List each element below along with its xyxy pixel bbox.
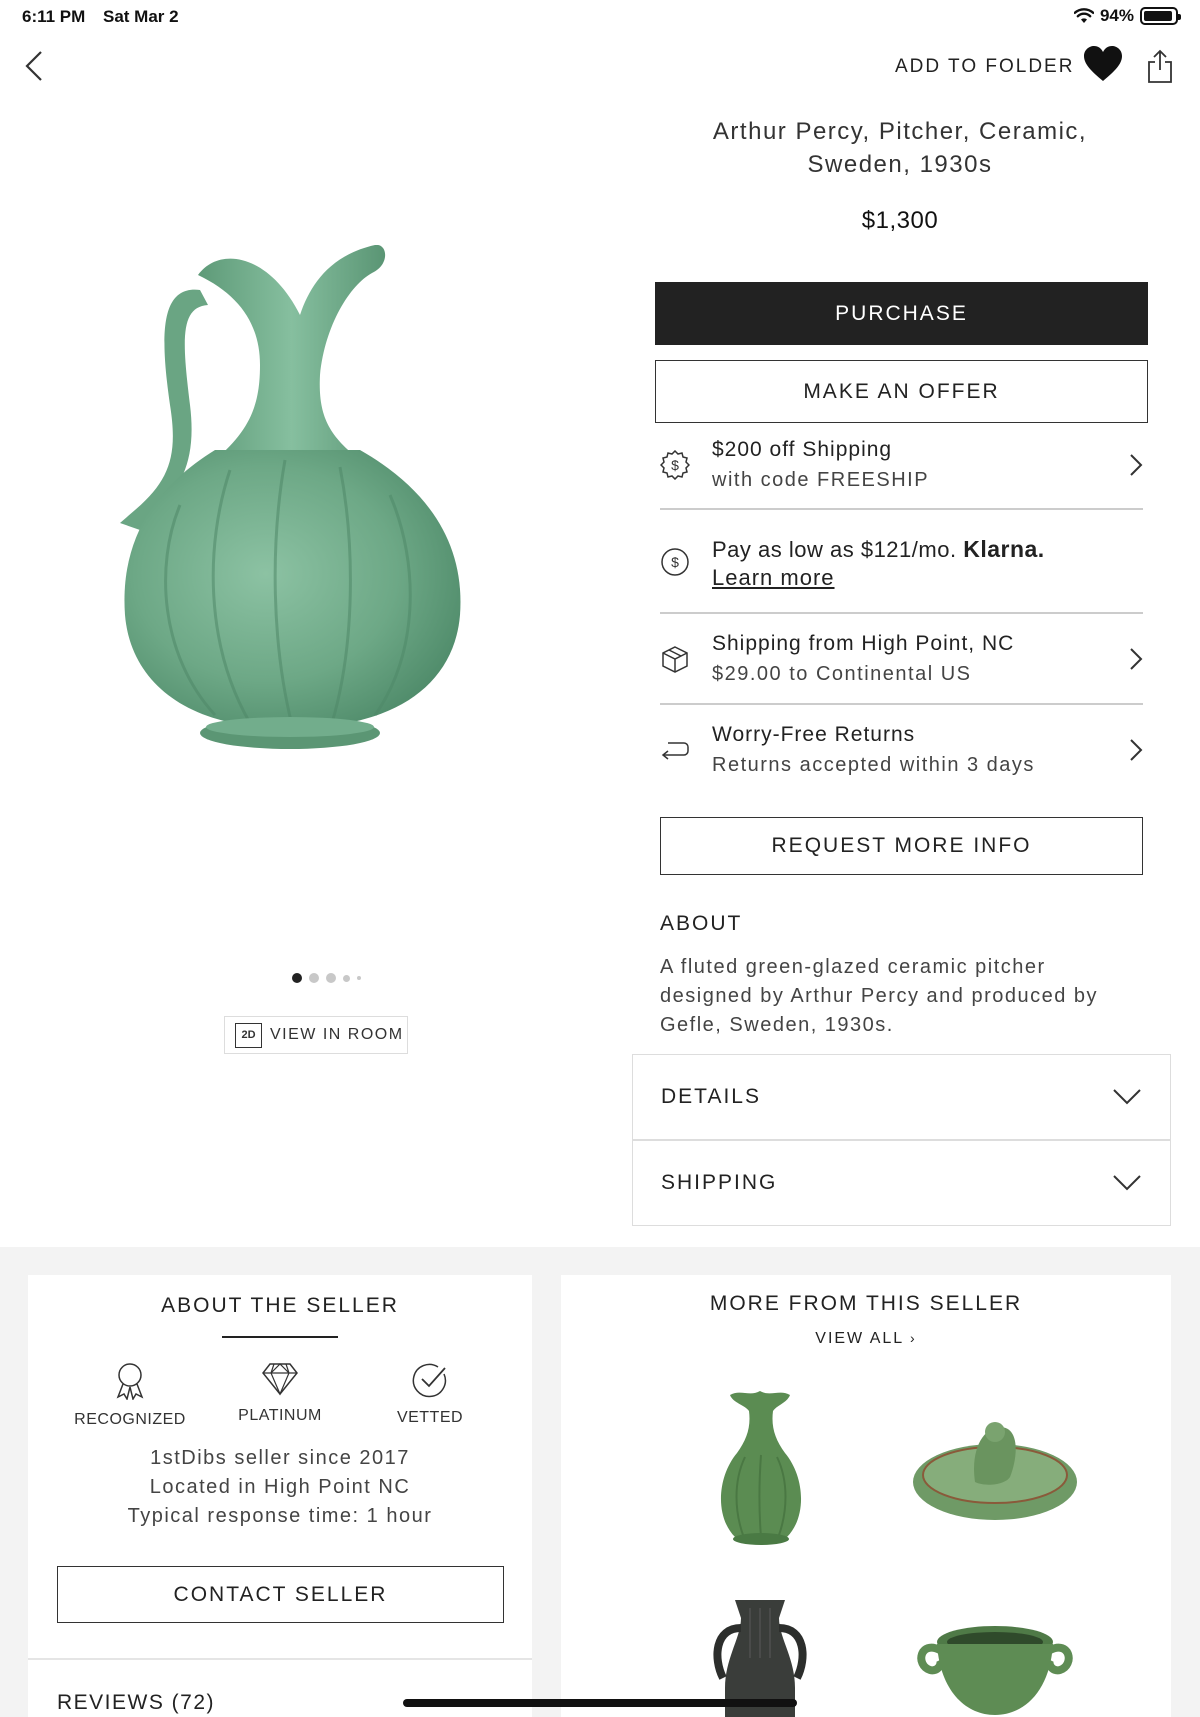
seller-location: Located in High Point NC bbox=[149, 1476, 411, 1498]
promo-code: with code FREESHIP bbox=[712, 469, 930, 491]
product-title: Arthur Percy, Pitcher, Ceramic, Sweden, … bbox=[640, 115, 1160, 181]
about-heading: ABOUT bbox=[660, 912, 743, 935]
package-box-icon bbox=[662, 646, 688, 673]
battery-fill bbox=[1144, 11, 1173, 21]
more-from-seller-heading: MORE FROM THIS SELLER bbox=[709, 1292, 1023, 1315]
learn-more-link[interactable]: Learn more bbox=[712, 565, 835, 591]
chevron-right-icon: › bbox=[910, 1330, 917, 1346]
request-more-info-button[interactable]: REQUEST MORE INFO bbox=[660, 817, 1143, 875]
view-in-room-label: VIEW IN ROOM bbox=[270, 1026, 404, 1043]
chevron-right-icon bbox=[1130, 454, 1143, 476]
carousel-dot[interactable] bbox=[357, 976, 361, 980]
klarna-row: $ Pay as low as $121/mo. Klarna. Learn m… bbox=[660, 530, 1143, 594]
product-thumbnail[interactable] bbox=[675, 1387, 845, 1557]
badge-label: VETTED bbox=[396, 1409, 464, 1426]
battery-icon bbox=[1140, 7, 1181, 25]
product-thumbnail[interactable] bbox=[910, 1387, 1080, 1557]
carousel-dot[interactable] bbox=[309, 973, 319, 983]
returns-title: Worry-Free Returns bbox=[712, 723, 916, 746]
home-indicator[interactable] bbox=[403, 1699, 797, 1707]
status-time: 6:11 PM bbox=[22, 7, 86, 26]
shipping-cost: $29.00 to Continental US bbox=[712, 663, 972, 685]
divider bbox=[660, 508, 1143, 510]
purchase-button[interactable]: PURCHASE bbox=[655, 282, 1148, 345]
contact-seller-button[interactable]: CONTACT SELLER bbox=[57, 1566, 504, 1623]
details-label: DETAILS bbox=[661, 1085, 761, 1108]
chevron-down-icon bbox=[1113, 1089, 1141, 1105]
product-thumbnail[interactable] bbox=[910, 1620, 1080, 1717]
svg-text:$: $ bbox=[671, 554, 679, 570]
badge-vetted: VETTED bbox=[355, 1362, 505, 1427]
about-description: A fluted green-glazed ceramic pitcher de… bbox=[660, 956, 1099, 1036]
klarna-logo: Klarna. bbox=[963, 535, 1045, 562]
seller-response-time: Typical response time: 1 hour bbox=[127, 1505, 433, 1527]
view-all-label: VIEW ALL bbox=[815, 1330, 904, 1347]
reviews-link[interactable]: REVIEWS (72) bbox=[57, 1691, 215, 1715]
share-icon[interactable] bbox=[1145, 48, 1175, 84]
shipping-label: SHIPPING bbox=[661, 1171, 778, 1194]
promo-title: $200 off Shipping bbox=[712, 438, 893, 461]
badge-recognized: RECOGNIZED bbox=[55, 1362, 205, 1429]
divider bbox=[660, 703, 1143, 705]
svg-text:$: $ bbox=[671, 457, 679, 473]
divider bbox=[28, 1658, 532, 1660]
chevron-right-icon bbox=[1130, 739, 1143, 761]
product-title-line: Sweden, 1930s bbox=[807, 151, 993, 178]
details-accordion[interactable]: DETAILS bbox=[632, 1054, 1171, 1140]
badge-label: RECOGNIZED bbox=[74, 1411, 186, 1428]
shipping-accordion[interactable]: SHIPPING bbox=[632, 1140, 1171, 1226]
image-carousel-dots[interactable] bbox=[292, 973, 361, 983]
view-all-link[interactable]: VIEW ALL › bbox=[561, 1330, 1171, 1348]
carousel-dot[interactable] bbox=[292, 973, 302, 983]
status-date: Sat Mar 2 bbox=[103, 7, 179, 26]
add-to-folder-button[interactable]: ADD TO FOLDER bbox=[895, 56, 1074, 78]
heart-icon[interactable] bbox=[1083, 45, 1123, 83]
badge-platinum: PLATINUM bbox=[205, 1362, 355, 1425]
status-indicators: 94% bbox=[1073, 6, 1181, 26]
view-in-room-button[interactable]: 2D VIEW IN ROOM bbox=[224, 1016, 408, 1054]
view-in-room-icon: 2D bbox=[235, 1022, 262, 1048]
chevron-down-icon bbox=[1113, 1175, 1141, 1191]
wifi-icon bbox=[1073, 8, 1094, 23]
award-ribbon-icon bbox=[116, 1363, 144, 1401]
product-image[interactable] bbox=[120, 245, 520, 815]
coupon-dollar-icon: $ bbox=[660, 450, 690, 480]
check-circle-icon bbox=[412, 1363, 447, 1398]
carousel-dot[interactable] bbox=[343, 974, 350, 982]
about-seller-heading: ABOUT THE SELLER bbox=[161, 1294, 399, 1317]
product-price: $1,300 bbox=[861, 207, 939, 234]
make-offer-button[interactable]: MAKE AN OFFER bbox=[655, 360, 1148, 423]
divider bbox=[660, 612, 1143, 614]
returns-row[interactable]: Worry-Free Returns Returns accepted with… bbox=[660, 717, 1143, 783]
shipping-row[interactable]: Shipping from High Point, NC $29.00 to C… bbox=[660, 626, 1143, 692]
dollar-circle-icon: $ bbox=[661, 548, 689, 576]
klarna-text: Pay as low as $121/mo. bbox=[712, 536, 957, 562]
return-arrow-icon bbox=[661, 742, 689, 760]
promo-row[interactable]: $ $200 off Shipping with code FREESHIP bbox=[660, 432, 1143, 498]
seller-info: 1stDibs seller since 2017 Located in Hig… bbox=[28, 1444, 532, 1531]
returns-policy: Returns accepted within 3 days bbox=[712, 754, 1035, 776]
product-title-line: Arthur Percy, Pitcher, Ceramic, bbox=[712, 118, 1088, 145]
seller-since: 1stDibs seller since 2017 bbox=[150, 1447, 410, 1469]
carousel-dot[interactable] bbox=[326, 973, 336, 983]
battery-percent: 94% bbox=[1099, 6, 1134, 25]
chevron-right-icon bbox=[1130, 648, 1143, 670]
back-chevron-icon[interactable] bbox=[22, 48, 46, 84]
heading-underline bbox=[222, 1336, 338, 1338]
diamond-icon bbox=[262, 1363, 298, 1396]
shipping-origin: Shipping from High Point, NC bbox=[712, 632, 1015, 655]
badge-label: PLATINUM bbox=[238, 1407, 322, 1424]
